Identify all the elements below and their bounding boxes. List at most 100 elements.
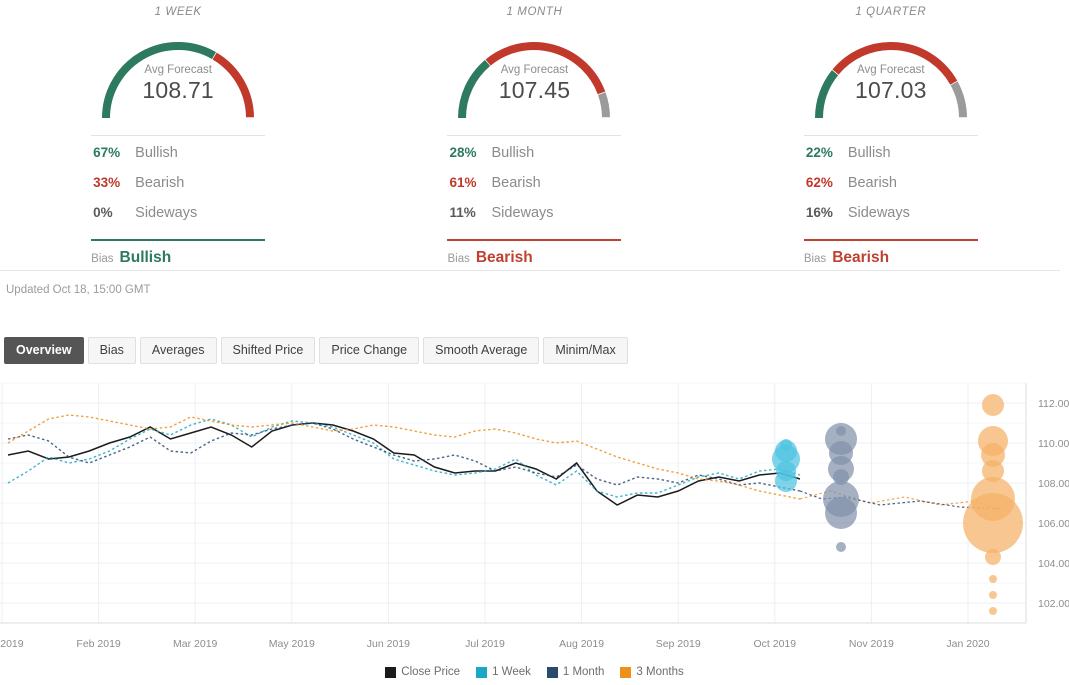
- tab-bias[interactable]: Bias: [87, 337, 136, 364]
- x-axis-tick-label: Feb 2019: [76, 638, 121, 650]
- x-axis-tick-label: Jan 2019: [0, 638, 24, 650]
- gauge-svg: [458, 42, 611, 119]
- gauge-arc-segment: [458, 59, 491, 119]
- stat-row-bearish: 62% Bearish: [804, 175, 978, 205]
- forecast-bubble[interactable]: [985, 549, 1001, 565]
- stat-percent: 11%: [449, 205, 476, 220]
- gauge-arc-segment: [212, 52, 255, 118]
- stat-row-bullish: 28% Bullish: [447, 145, 621, 175]
- gauge-svg: [102, 42, 255, 119]
- forecast-bubble[interactable]: [982, 394, 1004, 416]
- tab-shifted-price[interactable]: Shifted Price: [220, 337, 316, 364]
- panel-title: 1 WEEK: [154, 6, 202, 18]
- stat-row-sideways: 11% Sideways: [447, 205, 621, 235]
- updated-timestamp: Updated Oct 18, 15:00 GMT: [6, 284, 151, 296]
- stat-row-bearish: 61% Bearish: [447, 175, 621, 205]
- bias-value: Bearish: [475, 249, 533, 266]
- bias-row: Bias Bearish: [447, 241, 621, 267]
- legend-item[interactable]: 3 Months: [620, 666, 684, 678]
- legend-item[interactable]: 1 Week: [476, 666, 531, 678]
- stat-percent: 0%: [93, 205, 113, 220]
- legend-item[interactable]: Close Price: [385, 666, 460, 678]
- forecast-bubble[interactable]: [989, 607, 997, 615]
- forecast-bubble[interactable]: [989, 575, 997, 583]
- gauge-arc-segment: [832, 42, 958, 85]
- bias-value: Bullish: [119, 249, 172, 266]
- stat-percent: 28%: [449, 145, 477, 160]
- stat-label: Bearish: [135, 175, 185, 191]
- stat-percent: 62%: [805, 175, 833, 190]
- chart-legend: Close Price 1 Week 1 Month 3 Months: [0, 666, 1069, 678]
- gauge-arc-segment: [486, 42, 606, 95]
- y-axis-tick-label: 106.00: [1038, 518, 1069, 530]
- stat-percent: 33%: [93, 175, 121, 190]
- forecast-panel-1-quarter: 1 QUARTER Avg Forecast 107.03 22% Bullis…: [713, 0, 1069, 266]
- chart-tab-bar: Overview Bias Averages Shifted Price Price C…: [4, 337, 628, 364]
- legend-swatch-icon: [476, 666, 488, 678]
- x-axis-tick-label: Nov 2019: [849, 638, 894, 650]
- tab-smooth-average[interactable]: Smooth Average: [423, 337, 540, 364]
- legend-swatch-icon: [546, 666, 558, 678]
- stat-label: Sideways: [135, 205, 198, 221]
- legend-label: 1 Month: [562, 666, 605, 678]
- stat-label: Sideways: [491, 205, 554, 221]
- tab-price-change[interactable]: Price Change: [319, 337, 420, 364]
- x-axis-tick-label: Jun 2019: [367, 638, 410, 650]
- x-axis-tick-label: Jan 2020: [946, 638, 989, 650]
- forecast-chart[interactable]: 112.00 110.00 108.00 106.00 104.00 102.00 Jan …: [0, 375, 1069, 685]
- forecast-bubble[interactable]: [836, 542, 846, 552]
- tab-averages[interactable]: Averages: [139, 337, 217, 364]
- x-axis-tick-label: Oct 2019: [753, 638, 796, 650]
- stat-row-bearish: 33% Bearish: [91, 175, 265, 205]
- stat-percent: 61%: [449, 175, 477, 190]
- stat-row-sideways: 16% Sideways: [804, 205, 978, 235]
- forecast-panels: 1 WEEK Avg Forecast 108.71 67% Bullish 3…: [0, 0, 1069, 266]
- stat-percent: 67%: [93, 145, 121, 160]
- forecast-panel-1-week: 1 WEEK Avg Forecast 108.71 67% Bullish 3…: [0, 0, 356, 266]
- gauge-arc-segment: [102, 42, 217, 119]
- chart-svg[interactable]: 112.00 110.00 108.00 106.00 104.00 102.00 Jan …: [0, 375, 1069, 660]
- section-divider: [0, 270, 1060, 271]
- y-axis-tick-label: 112.00: [1038, 398, 1069, 410]
- bias-label: Bias: [803, 253, 827, 265]
- forecast-bubble-group-1-week: [772, 439, 800, 492]
- bias-label: Bias: [447, 253, 470, 265]
- stat-label: Bullish: [491, 145, 535, 161]
- panel-title: 1 MONTH: [506, 6, 563, 18]
- y-axis-tick-label: 102.00: [1038, 598, 1069, 610]
- x-axis-tick-label: Jul 2019: [465, 638, 505, 650]
- stat-row-bullish: 22% Bullish: [804, 145, 978, 175]
- gauge-arc-segment: [814, 70, 839, 119]
- legend-label: 3 Months: [636, 666, 684, 678]
- legend-swatch-icon: [620, 666, 632, 678]
- forecast-bubble[interactable]: [775, 470, 797, 492]
- stat-row-bullish: 67% Bullish: [91, 145, 265, 175]
- bias-value: Bearish: [832, 249, 890, 266]
- gauge-svg: [814, 42, 967, 119]
- panel-title: 1 QUARTER: [855, 6, 927, 18]
- x-axis-tick-label: Aug 2019: [559, 638, 604, 650]
- x-axis-tick-label: Sep 2019: [656, 638, 701, 650]
- tab-minim-max[interactable]: Minim/Max: [543, 337, 628, 364]
- x-axis-tick-label: May 2019: [269, 638, 315, 650]
- stat-label: Bearish: [847, 175, 897, 191]
- tab-overview[interactable]: Overview: [4, 337, 84, 364]
- stat-label: Bearish: [491, 175, 541, 191]
- stat-label: Bullish: [135, 145, 178, 161]
- gauge-1-month: Avg Forecast 107.45: [444, 26, 624, 124]
- bias-label: Bias: [91, 253, 114, 265]
- stat-percent: 22%: [805, 145, 833, 160]
- legend-item[interactable]: 1 Month: [546, 666, 605, 678]
- gauge-1-week: Avg Forecast 108.71: [88, 26, 268, 124]
- legend-label: 1 Week: [492, 666, 531, 678]
- stat-label: Bullish: [847, 145, 891, 161]
- stats-list: 28% Bullish 61% Bearish 11% Sideways: [447, 135, 622, 235]
- bias-row: Bias Bearish: [804, 241, 978, 267]
- forecast-bubble[interactable]: [825, 497, 857, 529]
- forecast-bubble[interactable]: [989, 591, 997, 599]
- stat-label: Sideways: [847, 205, 910, 221]
- y-axis-tick-label: 104.00: [1038, 558, 1069, 570]
- bias-row: Bias Bullish: [91, 241, 265, 267]
- stats-list: 22% Bullish 62% Bearish 16% Sideways: [803, 135, 978, 235]
- forecast-bubble[interactable]: [963, 493, 1023, 553]
